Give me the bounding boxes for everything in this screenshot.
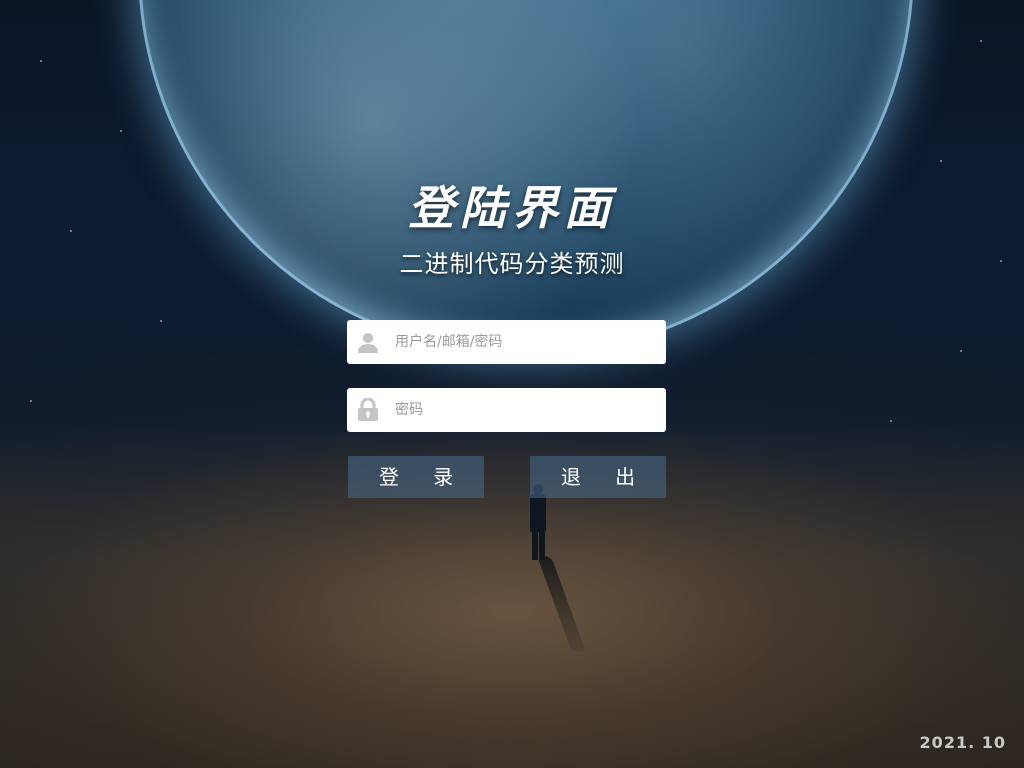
user-icon — [356, 330, 380, 354]
username-input[interactable] — [395, 320, 657, 364]
username-field[interactable] — [347, 320, 666, 364]
password-input[interactable] — [395, 388, 657, 432]
login-button[interactable]: 登 录 — [348, 456, 484, 498]
login-screen: 登陆界面 二进制代码分类预测 登 录 退 出 2021. 10 — [0, 0, 1024, 768]
exit-button[interactable]: 退 出 — [530, 456, 666, 498]
ground-terrain — [0, 420, 1024, 768]
page-subtitle: 二进制代码分类预测 — [399, 250, 625, 278]
lock-icon — [356, 397, 380, 422]
password-field[interactable] — [347, 388, 666, 432]
version-date: 2021. 10 — [919, 733, 1006, 752]
page-title: 登陆界面 — [408, 181, 616, 235]
